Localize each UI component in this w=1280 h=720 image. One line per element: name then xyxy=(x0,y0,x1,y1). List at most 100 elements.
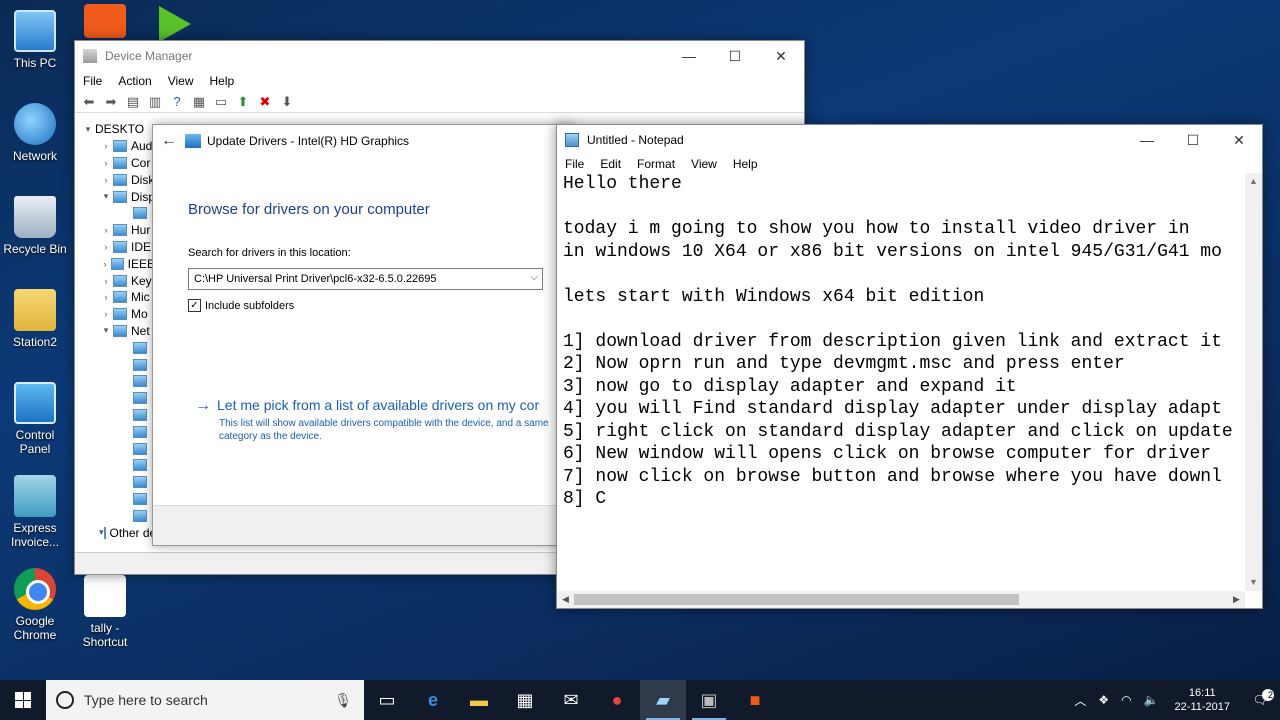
tree-item[interactable]: › Key xyxy=(75,272,155,289)
notepad-titlebar[interactable]: Untitled - Notepad — ☐ ✕ xyxy=(557,125,1262,155)
menu-view[interactable]: View xyxy=(683,157,725,171)
chevron-right-icon[interactable]: › xyxy=(99,158,113,168)
chevron-right-icon[interactable]: › xyxy=(99,242,113,252)
maximize-button[interactable]: ☐ xyxy=(1170,125,1216,155)
chevron-right-icon[interactable]: › xyxy=(99,259,111,269)
show-hidden-icons-button[interactable]: ︿ xyxy=(1068,692,1092,709)
taskbar-device-manager[interactable]: ▣ xyxy=(686,680,732,720)
tree-item[interactable]: ▾ Net xyxy=(75,323,155,340)
taskbar-store[interactable]: ▦ xyxy=(502,680,548,720)
volume-icon[interactable]: 🔈 xyxy=(1138,693,1165,707)
microphone-icon[interactable]: 🎙 xyxy=(334,692,352,709)
maximize-button[interactable]: ☐ xyxy=(712,41,758,71)
menu-format[interactable]: Format xyxy=(629,157,683,171)
taskbar-edge[interactable]: e xyxy=(410,680,456,720)
tree-item[interactable]: ▾Other devices xyxy=(75,524,155,541)
chevron-right-icon[interactable]: › xyxy=(99,225,113,235)
device-manager-titlebar[interactable]: Device Manager — ☐ ✕ xyxy=(75,41,804,71)
action-center-button[interactable]: 🗨 2 xyxy=(1240,689,1280,707)
tree-item[interactable]: › IEEE xyxy=(75,255,155,272)
desktop-icon-this-pc[interactable]: This PC xyxy=(0,10,70,70)
pick-driver-link[interactable]: → Let me pick from a list of available d… xyxy=(195,397,539,415)
menu-action[interactable]: Action xyxy=(110,74,159,88)
tree-item[interactable] xyxy=(75,339,155,356)
tree-item[interactable]: › Aud xyxy=(75,138,155,155)
tree-item[interactable] xyxy=(75,457,155,474)
desktop-icon-orange-app[interactable] xyxy=(70,4,140,42)
update-driver-icon[interactable]: ⬆ xyxy=(235,94,251,110)
chevron-right-icon[interactable]: › xyxy=(99,309,113,319)
scroll-left-icon[interactable]: ◀ xyxy=(557,591,574,608)
tree-item[interactable] xyxy=(75,407,155,424)
menu-view[interactable]: View xyxy=(160,74,202,88)
taskbar-notepad[interactable]: ▰ xyxy=(640,680,686,720)
uninstall-icon[interactable]: ✖ xyxy=(257,94,273,110)
start-button[interactable] xyxy=(0,680,46,720)
menu-help[interactable]: Help xyxy=(725,157,766,171)
wifi-icon[interactable]: ◠ xyxy=(1115,693,1137,707)
close-button[interactable]: ✕ xyxy=(1216,125,1262,155)
tree-item[interactable]: › Hur xyxy=(75,222,155,239)
help-icon[interactable]: ? xyxy=(169,94,185,110)
menu-file[interactable]: File xyxy=(557,157,592,171)
chevron-down-icon[interactable]: ▾ xyxy=(99,325,113,336)
chevron-down-icon[interactable]: ⌵ xyxy=(530,272,538,283)
clock[interactable]: 16:11 22-11-2017 xyxy=(1165,686,1240,714)
chevron-down-icon[interactable]: ▾ xyxy=(99,191,113,202)
checkbox-checked-icon[interactable]: ✓ xyxy=(188,299,201,312)
tree-item[interactable] xyxy=(75,423,155,440)
tree-item[interactable] xyxy=(75,491,155,508)
desktop-icon-network[interactable]: Network xyxy=(0,103,70,163)
scroll-thumb[interactable] xyxy=(574,594,1019,605)
tree-item[interactable]: › Mo xyxy=(75,306,155,323)
tree-item[interactable]: › Disk xyxy=(75,171,155,188)
tree-item[interactable]: ▾ DESKTO xyxy=(75,121,155,138)
tree-item[interactable] xyxy=(75,373,155,390)
close-button[interactable]: ✕ xyxy=(758,41,804,71)
chevron-right-icon[interactable]: › xyxy=(99,276,113,286)
chevron-right-icon[interactable]: › xyxy=(99,175,113,185)
taskbar-search-box[interactable]: Type here to search 🎙 xyxy=(46,680,364,720)
tree-item[interactable] xyxy=(75,507,155,524)
scroll-up-icon[interactable]: ▲ xyxy=(1245,173,1262,190)
scan-hardware-icon[interactable]: ▭ xyxy=(213,94,229,110)
task-view-button[interactable]: ▭ xyxy=(364,680,410,720)
driver-path-combobox[interactable]: C:\HP Universal Print Driver\pcl6-x32-6.… xyxy=(188,268,543,290)
forward-arrow-icon[interactable]: ➡ xyxy=(103,94,119,110)
console-tree-icon[interactable]: ▤ xyxy=(125,94,141,110)
chevron-down-icon[interactable]: ▾ xyxy=(81,124,95,135)
desktop-icon-express-invoice[interactable]: Express Invoice... xyxy=(0,475,70,549)
back-arrow-icon[interactable]: ⬅ xyxy=(81,94,97,110)
menu-file[interactable]: File xyxy=(75,74,110,88)
taskbar-mail[interactable]: ✉ xyxy=(548,680,594,720)
tree-item[interactable]: ▾ Disp xyxy=(75,188,155,205)
desktop-icon-tally[interactable]: tally - Shortcut xyxy=(70,575,140,649)
tree-item[interactable] xyxy=(75,390,155,407)
tree-item[interactable] xyxy=(75,474,155,491)
taskbar-chrome[interactable]: ● xyxy=(594,680,640,720)
vertical-scrollbar[interactable]: ▲ ▼ xyxy=(1245,173,1262,591)
include-subfolders-checkbox[interactable]: ✓ Include subfolders xyxy=(188,299,294,312)
tree-item[interactable] xyxy=(75,356,155,373)
minimize-button[interactable]: — xyxy=(666,41,712,71)
chevron-right-icon[interactable]: › xyxy=(99,141,113,151)
tree-item[interactable] xyxy=(75,440,155,457)
tree-item[interactable]: › Cor xyxy=(75,155,155,172)
desktop-icon-station2[interactable]: Station2 xyxy=(0,289,70,349)
tree-item[interactable]: › IDE xyxy=(75,239,155,256)
menu-help[interactable]: Help xyxy=(202,74,243,88)
taskbar-orange-app[interactable]: ■ xyxy=(732,680,778,720)
chevron-right-icon[interactable]: › xyxy=(99,292,113,302)
desktop-icon-control-panel[interactable]: Control Panel xyxy=(0,382,70,456)
tree-item[interactable]: › Mic xyxy=(75,289,155,306)
download-icon[interactable]: ⬇ xyxy=(279,94,295,110)
dropbox-icon[interactable]: ❖ xyxy=(1092,693,1115,707)
minimize-button[interactable]: — xyxy=(1124,125,1170,155)
tree-item[interactable] xyxy=(75,205,155,222)
properties-icon[interactable]: ▥ xyxy=(147,94,163,110)
notepad-text-area[interactable]: Hello there today i m going to show you h… xyxy=(563,173,1244,590)
back-arrow-icon[interactable]: ← xyxy=(161,132,185,150)
menu-edit[interactable]: Edit xyxy=(592,157,629,171)
scroll-right-icon[interactable]: ▶ xyxy=(1228,591,1245,608)
view-icon[interactable]: ▦ xyxy=(191,94,207,110)
